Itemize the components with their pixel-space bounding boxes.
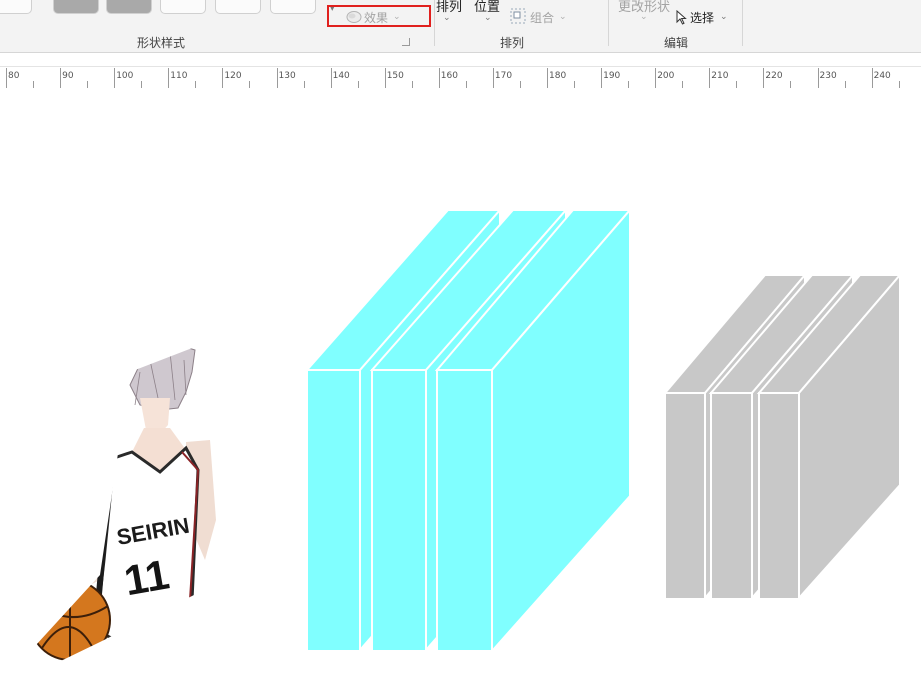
ruler-major-tick [817,68,819,88]
ruler-minor-tick [249,81,251,88]
ruler-minor-tick [736,81,738,88]
shape-style-swatch[interactable] [215,0,261,14]
shape-style-swatch[interactable] [160,0,206,14]
ruler-major-tick [222,68,224,88]
ribbon: ▾ 形状样式 效果 ⌄ 排列 ⌄ 位置 ⌄ 组合 ⌄ 排列 更改形状 ⌄ 选择 … [0,0,921,53]
ruler-minor-tick [898,81,900,88]
chevron-down-icon: ⌄ [443,13,451,23]
ruler-major-tick [438,68,440,88]
group-separator [608,0,609,46]
group-label: 组合 [530,11,555,25]
cursor-arrow-icon [676,10,687,25]
shape-styles-launcher-icon[interactable] [402,38,410,46]
canvas-shapes: SEIRIN 11 [0,88,921,682]
ruler-tick-label: 150 [386,71,404,81]
ruler-tick-label: 240 [873,71,891,81]
ruler-tick-label: 100 [116,71,134,81]
ruler-major-tick [60,68,62,88]
ruler-major-tick [114,68,116,88]
effects-button[interactable]: 效果 ⌄ [344,9,404,25]
shape-style-swatch[interactable] [106,0,152,14]
change-shape-button[interactable]: 更改形状 ⌄ [618,0,670,26]
ruler-minor-tick [411,81,413,88]
ruler-tick-label: 110 [170,71,188,81]
group-objects-icon [510,8,526,24]
ruler-minor-tick [303,81,305,88]
ruler-minor-tick [682,81,684,88]
chevron-down-icon: ⌄ [640,12,648,22]
group-button[interactable]: 组合 ⌄ [510,7,570,25]
chevron-down-icon: ⌄ [393,12,401,22]
select-button[interactable]: 选择 ⌄ [675,9,731,27]
ruler-minor-tick [357,81,359,88]
ruler-tick-label: 80 [8,71,20,81]
ruler-minor-tick [465,81,467,88]
ruler-major-tick [492,68,494,88]
ruler-minor-tick [87,81,89,88]
ruler-tick-label: 220 [765,71,783,81]
ruler-tick-label: 210 [711,71,729,81]
ruler-major-tick [168,68,170,88]
ruler-major-tick [709,68,711,88]
chevron-down-icon: ⌄ [720,12,728,22]
arrange-group-label: 排列 [500,36,525,50]
ruler-tick-label: 160 [440,71,458,81]
arrange-button[interactable]: 排列 ⌄ [436,0,462,28]
ruler-tick-label: 170 [494,71,513,81]
shape-styles-group-label: 形状样式 [137,36,186,50]
ruler-tick-label: 200 [657,71,675,81]
ruler-major-tick [547,68,548,88]
ruler-tick-label: 130 [278,71,296,81]
ruler-major-tick [276,68,278,88]
edit-group-label: 编辑 [664,36,689,50]
ruler-major-tick [330,68,332,88]
group-separator [434,0,435,46]
ruler-minor-tick [33,81,35,88]
ruler-minor-tick [844,81,846,88]
select-label: 选择 [690,11,715,25]
ruler-tick-label: 120 [224,71,242,81]
shape-style-swatch[interactable] [270,0,316,14]
ruler-major-tick [655,68,657,88]
ruler-tick-label: 190 [603,71,621,81]
ruler-major-tick [384,68,386,88]
position-button[interactable]: 位置 ⌄ [474,0,502,28]
ruler-major-tick [871,68,873,88]
ruler-major-tick [763,68,765,88]
effects-label: 效果 [364,11,389,25]
ruler-tick-label: 230 [819,71,837,81]
ruler-minor-tick [195,81,197,88]
ruler-minor-tick [141,81,143,88]
ruler-minor-tick [628,81,630,88]
ruler-major-tick [601,68,603,88]
ruler-minor-tick [519,81,521,88]
chevron-down-icon: ⌄ [484,13,492,23]
ruler-tick-label: 140 [332,71,350,81]
shape-style-swatch[interactable] [0,0,32,14]
horizontal-ruler[interactable]: 80 90 100 110 120 130 140 150 160 170 180 190 200 210… [0,66,921,89]
ruler-minor-tick [574,81,576,88]
ruler-minor-tick [790,81,792,88]
ruler-major-tick [6,68,7,88]
document-canvas[interactable]: SEIRIN 11 [0,88,921,682]
chevron-down-icon: ⌄ [559,12,567,22]
jersey-number: 11 [121,550,173,604]
group-separator [742,0,743,46]
ruler-tick-label: 180 [549,71,567,81]
effects-icon [346,11,362,23]
shape-style-swatch[interactable] [53,0,99,14]
ruler-tick-label: 90 [62,71,74,81]
